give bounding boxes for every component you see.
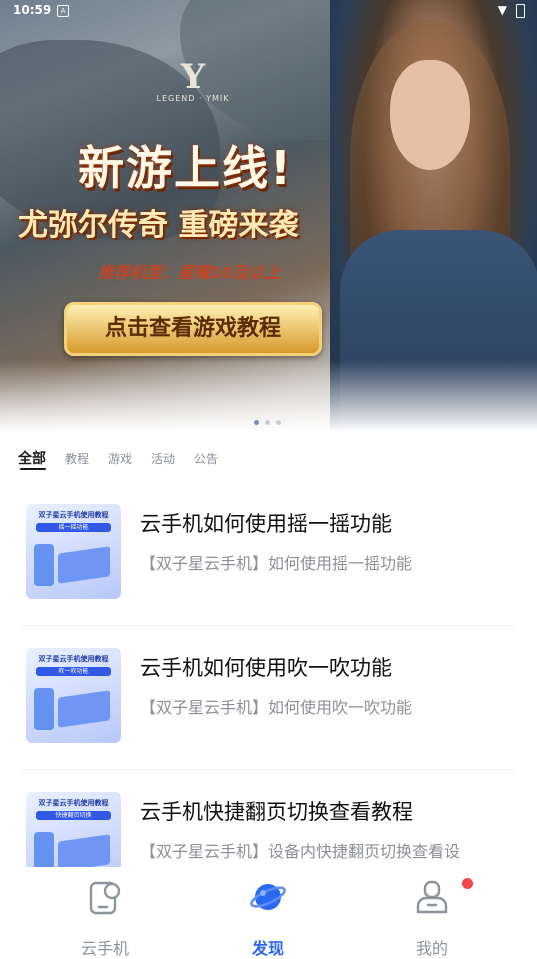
- article-description: 【双子星云手机】如何使用摇一摇功能: [140, 554, 413, 573]
- nav-label: 发现: [251, 939, 284, 958]
- cloud-phone-icon: [89, 881, 121, 915]
- list-item[interactable]: 双子星云手机使用教程 快捷翻页切换 云手机快捷翻页切换查看教程 【双子星云手机】…: [22, 770, 514, 867]
- list-item[interactable]: 双子星云手机使用教程 吹一吹功能 云手机如何使用吹一吹功能 【双子星云手机】如何…: [22, 626, 514, 770]
- article-title: 云手机快捷翻页切换查看教程: [140, 800, 413, 824]
- nav-profile[interactable]: 我的: [382, 877, 482, 958]
- status-time: 10:59: [13, 3, 52, 17]
- article-description: 【双子星云手机】如何使用吹一吹功能: [140, 698, 413, 717]
- wifi-icon: ▼: [497, 3, 507, 17]
- article-description: 【双子星云手机】设备内快捷翻页切换查看设: [140, 842, 461, 861]
- article-thumbnail: 双子星云手机使用教程 快捷翻页切换: [26, 792, 121, 867]
- article-title: 云手机如何使用摇一摇功能: [140, 512, 392, 536]
- notification-badge: [462, 878, 473, 889]
- banner-recommend-text: 推荐机型：星曜10及以上: [98, 263, 281, 282]
- nav-label: 云手机: [80, 939, 129, 958]
- banner-subhead: 尤弥尔传奇 重磅来袭: [18, 208, 299, 243]
- nav-discover[interactable]: 发现: [218, 877, 318, 958]
- tab-games[interactable]: 游戏: [108, 450, 132, 467]
- carousel-dot: [254, 420, 259, 425]
- nav-cloud-phone[interactable]: 云手机: [55, 877, 155, 958]
- promo-banner[interactable]: Y LEGEND · YMIK 新游上线! 尤弥尔传奇 重磅来袭 推荐机型：星曜…: [0, 0, 537, 432]
- bottom-nav: 云手机 发现 我的: [0, 867, 537, 958]
- carousel-dot: [265, 420, 270, 425]
- nav-label: 我的: [415, 939, 448, 958]
- tab-tutorial[interactable]: 教程: [65, 450, 89, 467]
- battery-icon: [516, 4, 525, 18]
- tab-events[interactable]: 活动: [151, 450, 175, 467]
- game-logo: Y LEGEND · YMIK: [156, 57, 230, 103]
- carousel-dot: [276, 420, 281, 425]
- view-tutorial-button[interactable]: 点击查看游戏教程: [64, 302, 322, 356]
- profile-icon: [416, 880, 448, 914]
- tab-all[interactable]: 全部: [18, 448, 46, 468]
- status-bar: 10:59 A ▼: [0, 0, 537, 24]
- list-item[interactable]: 双子星云手机使用教程 摇一摇功能 云手机如何使用摇一摇功能 【双子星云手机】如何…: [22, 482, 514, 626]
- notification-icon: A: [57, 5, 69, 17]
- article-thumbnail: 双子星云手机使用教程 摇一摇功能: [26, 504, 121, 599]
- category-tabs: 全部 教程 游戏 活动 公告: [0, 444, 537, 474]
- article-list: 双子星云手机使用教程 摇一摇功能 云手机如何使用摇一摇功能 【双子星云手机】如何…: [0, 482, 537, 867]
- article-thumbnail: 双子星云手机使用教程 吹一吹功能: [26, 648, 121, 743]
- tab-announcements[interactable]: 公告: [194, 450, 218, 467]
- active-tab-underline: [20, 468, 46, 470]
- planet-icon: [250, 884, 286, 910]
- banner-headline: 新游上线!: [78, 141, 293, 195]
- article-title: 云手机如何使用吹一吹功能: [140, 656, 392, 680]
- carousel-indicator: [254, 420, 284, 426]
